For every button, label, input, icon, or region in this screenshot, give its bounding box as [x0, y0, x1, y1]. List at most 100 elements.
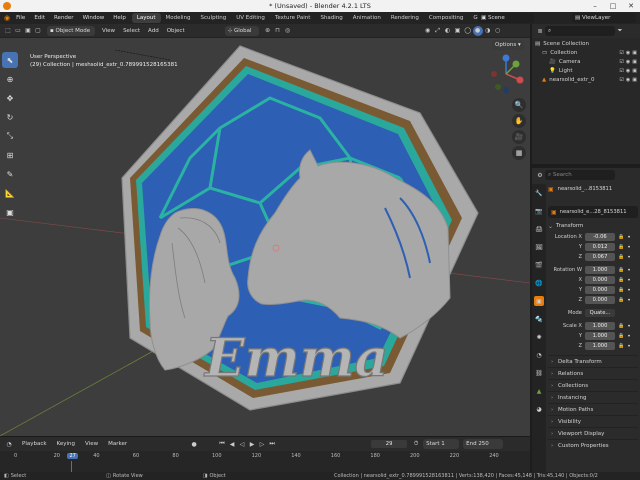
- play-icon[interactable]: ▶: [247, 439, 257, 449]
- transform-value-field[interactable]: 1.000: [585, 266, 615, 274]
- close-button[interactable]: ✕: [622, 0, 640, 12]
- view-layer-tab-icon[interactable]: 🖼: [534, 242, 544, 252]
- menu-marker[interactable]: Marker: [108, 441, 127, 447]
- preview-range-icon[interactable]: ⏱: [411, 439, 421, 449]
- keyframe-dot-icon[interactable]: •: [627, 267, 631, 274]
- menu-keying[interactable]: Keying: [57, 441, 75, 447]
- constraints-tab-icon[interactable]: ⛓: [534, 368, 544, 378]
- eye-icon[interactable]: ◉: [626, 76, 630, 85]
- transform-value-field[interactable]: 0.012: [585, 243, 615, 251]
- visibility-icon[interactable]: ◉: [423, 26, 433, 36]
- workspace-tab-layout[interactable]: Layout: [131, 13, 161, 23]
- checkbox-icon[interactable]: ☑: [619, 58, 623, 67]
- panel-instancing[interactable]: Instancing: [548, 391, 638, 404]
- transform-value-field[interactable]: 1.000: [585, 342, 615, 350]
- proportional-editing-icon[interactable]: ◎: [283, 26, 293, 36]
- zoom-icon[interactable]: 🔍: [512, 98, 526, 112]
- 3d-viewport[interactable]: Emma User Perspective (29) Collection | …: [0, 38, 530, 436]
- end-frame-field[interactable]: End 250: [463, 439, 504, 449]
- material-tab-icon[interactable]: ◕: [534, 404, 544, 414]
- add-cube-tool-icon[interactable]: ▣: [2, 204, 18, 220]
- play-reverse-icon[interactable]: ◁: [237, 439, 247, 449]
- options-dropdown[interactable]: Options ▾: [492, 40, 524, 50]
- prev-keyframe-icon[interactable]: ◀: [227, 439, 237, 449]
- current-frame-field[interactable]: 29: [371, 440, 408, 448]
- keyframe-dot-icon[interactable]: •: [627, 234, 631, 241]
- workspace-tab-compositing[interactable]: Compositing: [424, 13, 468, 23]
- object-tab-icon[interactable]: ▣: [534, 296, 544, 306]
- workspace-tab-rendering[interactable]: Rendering: [386, 13, 424, 23]
- move-tool-icon[interactable]: ✥: [2, 90, 18, 106]
- timeline-editor-icon[interactable]: ◔: [4, 439, 14, 449]
- checkbox-icon[interactable]: ☑: [619, 76, 623, 85]
- lock-icon[interactable]: 🔒: [618, 297, 624, 303]
- transform-orientation-dropdown[interactable]: ⊹ Global: [224, 25, 259, 36]
- transform-panel-header[interactable]: ⌄ Transform: [548, 220, 638, 232]
- camera-render-icon[interactable]: ▣: [632, 58, 637, 67]
- panel-visibility[interactable]: Visibility: [548, 415, 638, 428]
- menu-help[interactable]: Help: [113, 15, 126, 21]
- view-layer-selector[interactable]: ▤ ViewLayer: [572, 13, 636, 23]
- eye-icon[interactable]: ◉: [626, 67, 630, 76]
- minimize-button[interactable]: –: [586, 0, 604, 12]
- workspace-tab-animation[interactable]: Animation: [348, 13, 386, 23]
- keyframe-dot-icon[interactable]: •: [627, 254, 631, 261]
- properties-editor-icon[interactable]: ⚙: [535, 170, 545, 180]
- autokey-record-icon[interactable]: ●: [189, 439, 199, 449]
- transform-value-field[interactable]: -0.06: [585, 233, 615, 241]
- filter-icon[interactable]: ⏷: [615, 26, 625, 36]
- select-extend-icon[interactable]: ▣: [23, 26, 33, 36]
- lock-icon[interactable]: 🔒: [618, 267, 624, 273]
- select-subtract-icon[interactable]: ▢: [33, 26, 43, 36]
- outliner-item[interactable]: 🎥 Camera ☑ ◉ ▣: [535, 58, 637, 67]
- editor-type-icon[interactable]: ⬚: [3, 26, 13, 36]
- outliner-item[interactable]: 💡 Light ☑ ◉ ▣: [535, 67, 637, 76]
- cursor-tool-icon[interactable]: ⊕: [2, 71, 18, 87]
- viewport-scene[interactable]: Emma: [0, 38, 530, 436]
- panel-custom-properties[interactable]: Custom Properties: [548, 439, 638, 452]
- menu-timeline-view[interactable]: View: [85, 441, 98, 447]
- panel-collections[interactable]: Collections: [548, 379, 638, 392]
- select-box-mode-icon[interactable]: ▭: [13, 26, 23, 36]
- transform-tool-icon[interactable]: ⊞: [2, 147, 18, 163]
- outliner-search-input[interactable]: ⌕: [545, 26, 615, 36]
- lock-icon[interactable]: 🔒: [618, 234, 624, 240]
- measure-tool-icon[interactable]: 📐: [2, 185, 18, 201]
- navigation-gizmo[interactable]: [486, 54, 526, 94]
- workspace-tab-sculpting[interactable]: Sculpting: [196, 13, 232, 23]
- menu-file[interactable]: File: [16, 15, 25, 21]
- lock-icon[interactable]: 🔒: [618, 333, 624, 339]
- jump-start-icon[interactable]: ⏮: [217, 439, 227, 449]
- shading-rendered-icon[interactable]: ○: [493, 26, 503, 36]
- eye-icon[interactable]: ◉: [626, 58, 630, 67]
- keyframe-dot-icon[interactable]: •: [627, 333, 631, 340]
- lock-icon[interactable]: 🔒: [618, 254, 624, 260]
- panel-viewport-display[interactable]: Viewport Display: [548, 427, 638, 440]
- lock-icon[interactable]: 🔒: [618, 244, 624, 250]
- transform-value-field[interactable]: 1.000: [585, 332, 615, 340]
- workspace-tab-texture-paint[interactable]: Texture Paint: [270, 13, 316, 23]
- shading-wireframe-icon[interactable]: ◯: [463, 26, 473, 36]
- checkbox-icon[interactable]: ☑: [619, 67, 623, 76]
- camera-view-icon[interactable]: 🎥: [512, 130, 526, 144]
- transform-value-field[interactable]: 0.000: [585, 276, 615, 284]
- annotate-tool-icon[interactable]: ✎: [2, 166, 18, 182]
- world-tab-icon[interactable]: 🌐: [534, 278, 544, 288]
- lock-icon[interactable]: 🔒: [618, 277, 624, 283]
- snap-icon[interactable]: ⊓: [273, 26, 283, 36]
- next-keyframe-icon[interactable]: ▷: [257, 439, 267, 449]
- keyframe-dot-icon[interactable]: •: [627, 287, 631, 294]
- workspace-tab-modeling[interactable]: Modeling: [161, 13, 196, 23]
- particles-tab-icon[interactable]: ✺: [534, 332, 544, 342]
- keyframe-dot-icon[interactable]: •: [627, 323, 631, 330]
- properties-search-input[interactable]: ⌕ Search: [545, 170, 615, 180]
- camera-render-icon[interactable]: ▣: [632, 67, 637, 76]
- checkbox-icon[interactable]: ☑: [619, 49, 623, 58]
- workspace-tab-shading[interactable]: Shading: [315, 13, 347, 23]
- jump-end-icon[interactable]: ⏭: [267, 439, 277, 449]
- panel-relations[interactable]: Relations: [548, 367, 638, 380]
- maximize-button[interactable]: □: [604, 0, 622, 12]
- start-frame-field[interactable]: Start 1: [423, 439, 460, 449]
- object-mode-dropdown[interactable]: ▪ Object Mode: [47, 25, 95, 36]
- lock-icon[interactable]: 🔒: [618, 323, 624, 329]
